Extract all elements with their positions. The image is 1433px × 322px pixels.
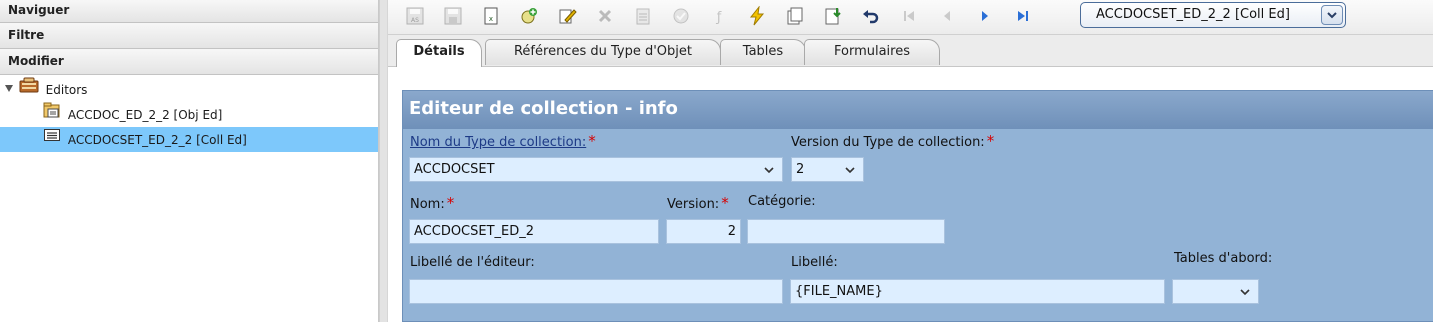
- document-select[interactable]: ACCDOCSET_ED_2_2 [Coll Ed]: [1080, 2, 1346, 28]
- left-navigation-pane: Naviguer Filtre Modifier Editors ACCDOC_…: [0, 0, 379, 322]
- tab-bar: Détails Références du Type d'Objet Table…: [388, 35, 1433, 67]
- tree-node-accdoc-ed[interactable]: ACCDOC_ED_2_2 [Obj Ed]: [0, 102, 378, 127]
- delete-icon[interactable]: [594, 6, 616, 28]
- section-filtre[interactable]: Filtre: [0, 23, 378, 49]
- required-marker: *: [446, 194, 455, 212]
- name-label-text: Nom:: [410, 197, 445, 212]
- svg-text:ƒ: ƒ: [716, 10, 722, 25]
- folder-editors-icon: [19, 77, 39, 101]
- collection-version-label: Version du Type de collection: *: [791, 132, 994, 150]
- editor-label-label: Libellé de l'éditeur:: [410, 255, 535, 270]
- section-naviguer[interactable]: Naviguer: [0, 0, 378, 23]
- required-marker: *: [986, 132, 995, 150]
- tab-references[interactable]: Références du Type d'Objet: [485, 39, 721, 65]
- tables-abord-label: Tables d'abord:: [1174, 251, 1273, 266]
- chevron-down-icon[interactable]: [1321, 5, 1343, 25]
- first-icon[interactable]: [898, 6, 920, 28]
- required-marker: *: [721, 194, 729, 212]
- panel-title: Editeur de collection - info: [403, 91, 1433, 129]
- download-icon[interactable]: [822, 6, 844, 28]
- chevron-down-icon: [843, 158, 857, 181]
- generate-icon[interactable]: ƒ: [708, 6, 730, 28]
- collection-type-value: ACCDOCSET: [414, 162, 495, 177]
- next-icon[interactable]: [974, 6, 996, 28]
- version-label: Version: *: [667, 194, 729, 212]
- name-field[interactable]: ACCDOCSET_ED_2: [409, 219, 659, 244]
- collection-version-select[interactable]: 2: [791, 157, 864, 182]
- collection-version-value: 2: [796, 162, 805, 177]
- edit-icon[interactable]: [556, 6, 578, 28]
- svg-text:AS: AS: [411, 17, 419, 24]
- save-as-icon[interactable]: AS: [404, 6, 426, 28]
- undo-icon[interactable]: [860, 6, 882, 28]
- tab-formulaires[interactable]: Formulaires: [804, 39, 940, 65]
- toolbar: AS x ƒ ACCDOCSET_ED_2_2 [Coll Ed]: [388, 0, 1433, 35]
- tree-node-label: Editors: [45, 82, 88, 97]
- required-marker: *: [588, 132, 596, 150]
- tree-node-label: ACCDOC_ED_2_2 [Obj Ed]: [67, 107, 223, 122]
- libelle-label: Libellé:: [791, 255, 838, 270]
- expand-arrow-icon[interactable]: [5, 85, 13, 92]
- collection-type-select[interactable]: ACCDOCSET: [409, 157, 783, 182]
- editors-tree: Editors ACCDOC_ED_2_2 [Obj Ed] ACCDOCSET…: [0, 75, 378, 152]
- editor-label-field[interactable]: [409, 279, 783, 304]
- version-label-text: Version:: [667, 197, 720, 212]
- save-icon[interactable]: [442, 6, 464, 28]
- properties-icon[interactable]: [632, 6, 654, 28]
- section-modifier[interactable]: Modifier: [0, 49, 378, 75]
- version-field[interactable]: 2: [666, 219, 741, 244]
- previous-icon[interactable]: [936, 6, 958, 28]
- collection-type-link[interactable]: Nom du Type de collection:: [410, 135, 586, 150]
- tree-node-editors[interactable]: Editors: [0, 77, 378, 102]
- libelle-field[interactable]: {FILE_NAME}: [790, 279, 1165, 304]
- object-editor-icon: [43, 102, 61, 126]
- chevron-down-icon: [762, 158, 776, 181]
- validate-icon[interactable]: [670, 6, 692, 28]
- svg-text:x: x: [489, 15, 493, 23]
- last-icon[interactable]: [1012, 6, 1034, 28]
- collection-version-label-text: Version du Type de collection:: [791, 135, 985, 150]
- tables-abord-select[interactable]: [1172, 279, 1259, 304]
- tree-node-label: ACCDOCSET_ED_2_2 [Coll Ed]: [67, 132, 247, 147]
- details-content: Editeur de collection - info Nom du Type…: [388, 67, 1433, 322]
- document-select-value: ACCDOCSET_ED_2_2 [Coll Ed]: [1096, 7, 1290, 22]
- collection-editor-panel: Editeur de collection - info Nom du Type…: [402, 90, 1433, 322]
- tab-tables[interactable]: Tables: [720, 39, 806, 65]
- collection-editor-icon: [43, 127, 61, 151]
- copy-icon[interactable]: [784, 6, 806, 28]
- pane-splitter[interactable]: [379, 0, 388, 322]
- export-icon[interactable]: x: [480, 6, 502, 28]
- collection-type-label: Nom du Type de collection: *: [410, 132, 596, 150]
- tree-node-accdocset-ed[interactable]: ACCDOCSET_ED_2_2 [Coll Ed]: [0, 127, 378, 152]
- name-label: Nom: *: [410, 194, 454, 212]
- editor-pane: AS x ƒ ACCDOCSET_ED_2_2 [Coll Ed] Détail…: [388, 0, 1433, 322]
- add-icon[interactable]: [518, 6, 540, 28]
- category-label: Catégorie:: [748, 194, 816, 209]
- tab-details[interactable]: Détails: [396, 39, 482, 67]
- chevron-down-icon: [1238, 280, 1252, 303]
- lightning-icon[interactable]: [746, 5, 768, 28]
- category-field[interactable]: [747, 219, 945, 244]
